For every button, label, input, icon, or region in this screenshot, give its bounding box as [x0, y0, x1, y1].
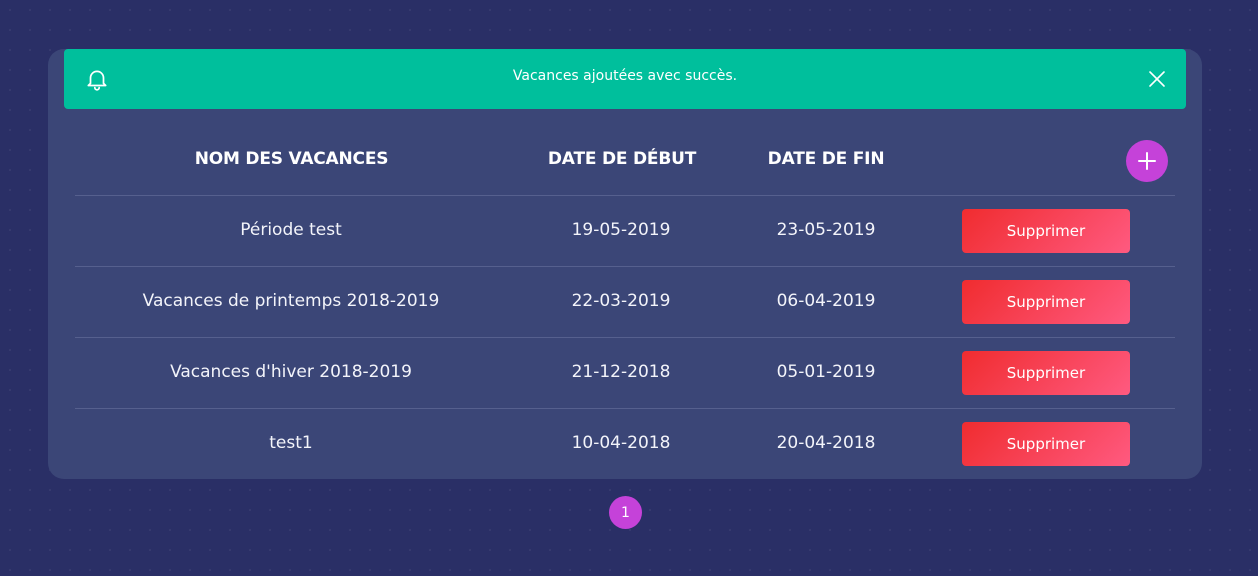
add-vacation-button[interactable]	[1126, 140, 1168, 182]
header-start-date: DATE DE DÉBUT	[547, 149, 697, 169]
success-alert: Vacances ajoutées avec succès.	[64, 49, 1186, 109]
close-icon[interactable]	[1148, 70, 1166, 88]
row-2-start: 22-03-2019	[571, 291, 671, 311]
header-name: NOM DES VACANCES	[194, 149, 389, 169]
row-divider	[75, 195, 1175, 196]
row-4-name: test1	[269, 433, 313, 453]
delete-button-row-4[interactable]: Supprimer	[962, 422, 1130, 466]
row-divider	[75, 337, 1175, 338]
alert-message: Vacances ajoutées avec succès.	[512, 68, 738, 84]
vacations-card: Vacances ajoutées avec succès. NOM DES V…	[48, 49, 1202, 479]
delete-button-row-3[interactable]: Supprimer	[962, 351, 1130, 395]
row-2-name: Vacances de printemps 2018-2019	[142, 291, 440, 311]
pagination-page-1[interactable]: 1	[609, 496, 642, 529]
row-1-start: 19-05-2019	[571, 220, 671, 240]
row-divider	[75, 266, 1175, 267]
row-1-end: 23-05-2019	[776, 220, 876, 240]
delete-button-row-2[interactable]: Supprimer	[962, 280, 1130, 324]
row-2-end: 06-04-2019	[776, 291, 876, 311]
row-4-end: 20-04-2018	[776, 433, 876, 453]
row-3-start: 21-12-2018	[571, 362, 671, 382]
row-divider	[75, 408, 1175, 409]
row-1-name: Période test	[240, 220, 342, 240]
delete-button-row-1[interactable]: Supprimer	[962, 209, 1130, 253]
header-end-date: DATE DE FIN	[767, 149, 885, 169]
row-3-end: 05-01-2019	[776, 362, 876, 382]
row-3-name: Vacances d'hiver 2018-2019	[170, 362, 412, 382]
row-4-start: 10-04-2018	[571, 433, 671, 453]
plus-icon	[1138, 152, 1156, 170]
